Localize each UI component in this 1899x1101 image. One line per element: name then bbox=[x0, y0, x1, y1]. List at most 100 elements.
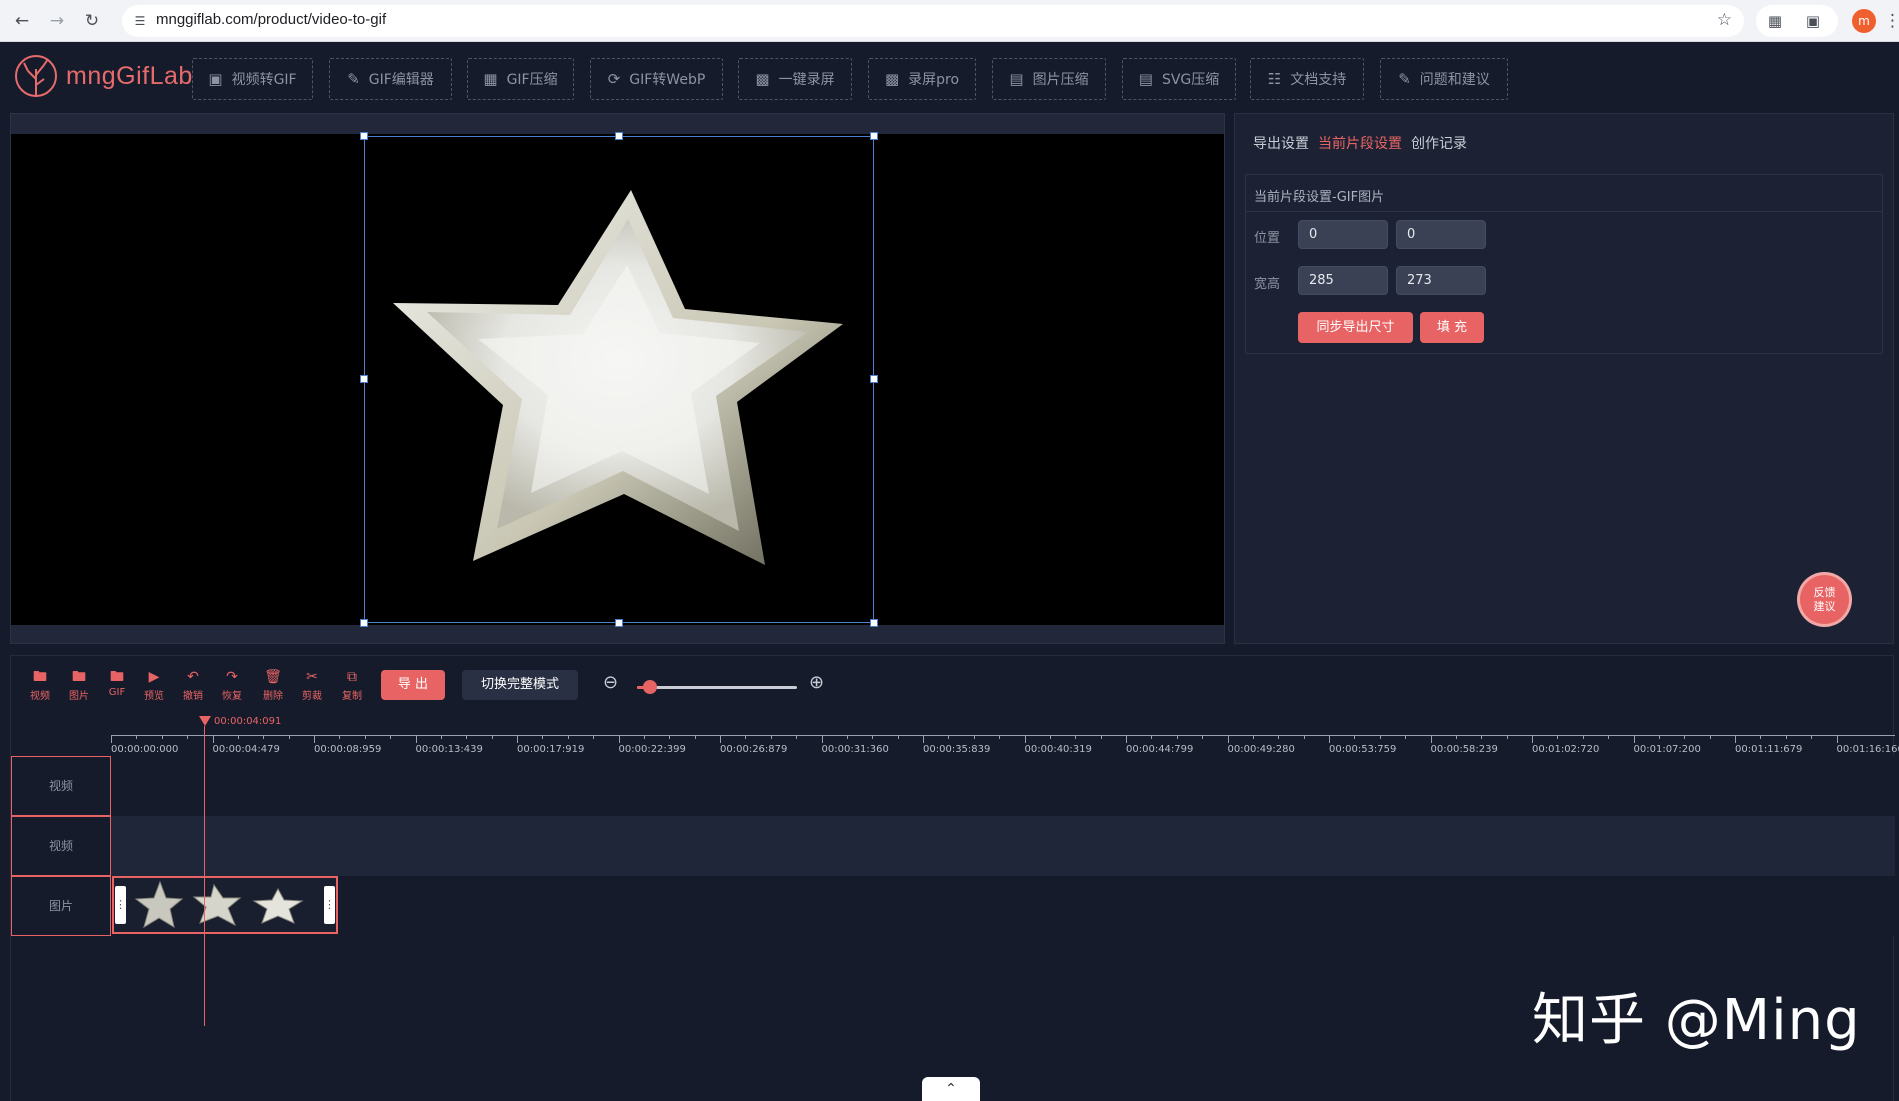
track-label-video-1: 视频 bbox=[11, 756, 111, 816]
browser-menu-icon[interactable]: ⋮ bbox=[1884, 9, 1899, 33]
ruler-label: 00:00:53:759 bbox=[1329, 744, 1397, 755]
folder-icon: 🖿 bbox=[72, 669, 86, 685]
resize-handle-sw[interactable] bbox=[360, 619, 368, 627]
nav-video-to-gif[interactable]: ▣ 视频转GIF bbox=[192, 58, 313, 100]
preview-button[interactable]: ▶ 预览 bbox=[139, 670, 169, 702]
nav-label: SVG压缩 bbox=[1161, 72, 1220, 88]
track-video-2[interactable] bbox=[111, 816, 1895, 876]
convert-icon: ⟳ bbox=[607, 70, 621, 88]
ruler-label: 00:01:02:720 bbox=[1532, 744, 1600, 755]
switch-full-mode-button[interactable]: 切换完整模式 bbox=[462, 670, 578, 700]
back-icon[interactable]: ← bbox=[10, 9, 34, 33]
profile-avatar[interactable]: m bbox=[1852, 9, 1876, 33]
ruler-tick bbox=[1430, 735, 1432, 743]
undo-button[interactable]: ↶ 撤销 bbox=[178, 670, 208, 702]
nav-one-click-record[interactable]: ▩ 一键录屏 bbox=[738, 58, 852, 100]
image-clip[interactable]: ⋮ ⋮ bbox=[112, 876, 338, 934]
position-x-input[interactable] bbox=[1298, 220, 1388, 249]
track-image[interactable] bbox=[111, 876, 1895, 936]
reload-icon[interactable]: ↻ bbox=[80, 9, 104, 33]
bookmark-star-icon[interactable]: ☆ bbox=[1717, 10, 1732, 30]
ruler-minor-tick bbox=[1100, 735, 1102, 739]
ruler-minor-tick bbox=[948, 735, 950, 739]
redo-button[interactable]: ↷ 恢复 bbox=[217, 670, 247, 702]
ruler-label: 00:00:04:479 bbox=[212, 744, 280, 755]
feedback-float-button[interactable]: 反馈 建议 bbox=[1800, 575, 1849, 624]
resize-handle-n[interactable] bbox=[615, 132, 623, 140]
ruler-minor-tick bbox=[1151, 735, 1153, 739]
add-gif-button[interactable]: 🖿 GIF bbox=[102, 670, 132, 698]
clip-right-handle[interactable]: ⋮ bbox=[324, 886, 335, 924]
forward-icon[interactable]: → bbox=[45, 9, 69, 33]
width-input[interactable] bbox=[1298, 266, 1388, 295]
qr-code-icon[interactable]: ▦ bbox=[1760, 6, 1790, 36]
resize-handle-nw[interactable] bbox=[360, 132, 368, 140]
tool-label: 视频 bbox=[30, 691, 50, 702]
zoom-slider[interactable] bbox=[637, 680, 797, 694]
resize-handle-w[interactable] bbox=[360, 375, 368, 383]
clip-settings-section: 当前片段设置-GIF图片 位置 宽高 同步导出尺寸 填 充 bbox=[1245, 174, 1883, 354]
nav-gif-to-webp[interactable]: ⟳ GIF转WebP bbox=[590, 58, 723, 100]
record-icon: ▩ bbox=[755, 70, 770, 88]
nav-label: GIF压缩 bbox=[506, 72, 558, 88]
ruler-minor-tick bbox=[1582, 735, 1584, 739]
logo[interactable]: mngGifLab bbox=[14, 49, 193, 103]
delete-button[interactable]: 🗑 删除 bbox=[258, 670, 288, 702]
nav-record-pro[interactable]: ▩ 录屏pro bbox=[868, 58, 976, 100]
ruler-minor-tick bbox=[1608, 735, 1610, 739]
resize-handle-e[interactable] bbox=[870, 375, 878, 383]
ruler-minor-tick bbox=[288, 735, 290, 739]
position-y-input[interactable] bbox=[1396, 220, 1486, 249]
watermark: 知乎 @Ming bbox=[1532, 988, 1861, 1053]
timeline-ruler[interactable]: 00:00:00:000 00:00:04:479 00:00:08:959 00:0… bbox=[111, 723, 1899, 755]
nav-feedback[interactable]: ✎ 问题和建议 bbox=[1380, 58, 1508, 100]
address-bar[interactable]: ☰ mnggiflab.com/product/video-to-gif ☆ bbox=[122, 5, 1744, 37]
tab-history[interactable]: 创作记录 bbox=[1411, 133, 1467, 153]
zoom-slider-thumb[interactable] bbox=[642, 680, 657, 694]
resize-handle-se[interactable] bbox=[870, 619, 878, 627]
tab-export-settings[interactable]: 导出设置 bbox=[1253, 133, 1309, 153]
nav-docs[interactable]: ☷ 文档支持 bbox=[1250, 58, 1364, 100]
preview-canvas[interactable] bbox=[11, 132, 1224, 627]
ruler-tick bbox=[720, 735, 721, 743]
nav-gif-compress[interactable]: ▦ GIF压缩 bbox=[467, 58, 574, 100]
extensions-group: ▦ ▣ bbox=[1756, 5, 1838, 37]
settings-panel: 导出设置 当前片段设置 创作记录 当前片段设置-GIF图片 位置 宽高 同步导出… bbox=[1234, 113, 1894, 644]
add-image-button[interactable]: 🖿 图片 bbox=[64, 670, 94, 702]
track-video-1[interactable] bbox=[111, 756, 1895, 816]
nav-svg-compress[interactable]: ▤ SVG压缩 bbox=[1122, 58, 1236, 100]
ruler-label: 00:00:31:360 bbox=[821, 744, 889, 755]
fill-button[interactable]: 填 充 bbox=[1420, 312, 1484, 343]
crop-button[interactable]: ✂ 剪裁 bbox=[297, 670, 327, 702]
ruler-minor-tick bbox=[1684, 735, 1686, 739]
expand-up-icon[interactable]: ⌃ bbox=[922, 1077, 980, 1101]
ruler-minor-tick bbox=[643, 735, 645, 739]
ruler-tick bbox=[1329, 735, 1330, 743]
copy-button[interactable]: ⧉ 复制 bbox=[337, 670, 367, 702]
sync-export-size-button[interactable]: 同步导出尺寸 bbox=[1298, 312, 1413, 343]
selection-box[interactable] bbox=[364, 136, 874, 623]
nav-image-compress[interactable]: ▤ 图片压缩 bbox=[992, 58, 1106, 100]
clip-left-handle[interactable]: ⋮ bbox=[115, 886, 126, 924]
ruler-minor-tick bbox=[999, 735, 1001, 739]
ruler-minor-tick bbox=[263, 735, 265, 739]
nav-label: 录屏pro bbox=[908, 72, 960, 88]
feedback-icon: ✎ bbox=[1398, 70, 1411, 88]
ruler-minor-tick bbox=[694, 735, 696, 739]
add-video-button[interactable]: 🖿 视频 bbox=[25, 670, 55, 702]
ruler-line bbox=[111, 735, 1895, 736]
tool-label: 撤销 bbox=[183, 691, 203, 702]
zoom-in-icon[interactable]: ⊕ bbox=[809, 672, 824, 693]
nav-gif-editor[interactable]: ✎ GIF编辑器 bbox=[329, 58, 452, 100]
star-image[interactable] bbox=[365, 137, 873, 622]
image-compress-icon: ▤ bbox=[1009, 70, 1024, 88]
resize-handle-ne[interactable] bbox=[870, 132, 878, 140]
export-button[interactable]: 导 出 bbox=[381, 670, 445, 700]
height-input[interactable] bbox=[1396, 266, 1486, 295]
site-info-icon[interactable]: ☰ bbox=[132, 13, 148, 29]
extensions-icon[interactable]: ▣ bbox=[1798, 6, 1828, 36]
zoom-out-icon[interactable]: ⊖ bbox=[603, 672, 618, 693]
track-label-video-2: 视频 bbox=[11, 816, 111, 876]
tab-clip-settings[interactable]: 当前片段设置 bbox=[1318, 133, 1402, 153]
resize-handle-s[interactable] bbox=[615, 619, 623, 627]
